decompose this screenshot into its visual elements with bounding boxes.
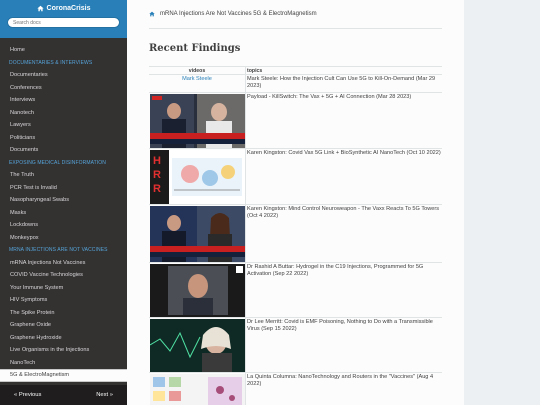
sidebar-item-interviews[interactable]: Interviews <box>0 94 127 107</box>
svg-text:H: H <box>153 155 161 167</box>
sidebar-header: CoronaCrisis <box>0 0 127 38</box>
breadcrumb: mRNA Injections Are Not Vaccines 5G & El… <box>149 11 317 17</box>
sidebar-caption: DOCUMENTARIES & INTERVIEWS <box>9 59 93 66</box>
sidebar-item-masks[interactable]: Masks <box>0 207 127 220</box>
topic-text[interactable]: Dr Rashid A Buttar: Hydrogel in the C19 … <box>246 263 442 317</box>
search-input[interactable] <box>7 17 120 28</box>
sidebar: CoronaCrisis Home DOCUMENTARIES & INTERV… <box>0 0 127 405</box>
topic-text[interactable]: Payload - KillSwitch: The Vax + 5G + AI … <box>246 93 442 148</box>
video-thumbnail[interactable] <box>150 94 245 148</box>
video-thumbnail[interactable] <box>150 206 245 262</box>
sidebar-item-home[interactable]: Home <box>0 44 127 57</box>
video-cell <box>149 263 246 317</box>
sidebar-item-spike-protein[interactable]: The Spike Protein <box>0 307 127 320</box>
sidebar-menu: Home DOCUMENTARIES & INTERVIEWS Document… <box>0 38 127 382</box>
table-row: Payload - KillSwitch: The Vax + 5G + AI … <box>149 93 442 149</box>
home-icon[interactable] <box>149 11 155 17</box>
sidebar-item-nanotech-2[interactable]: NanoTech <box>0 357 127 370</box>
table-header: videos topics <box>149 67 442 75</box>
table-row: Mark Steele Mark Steele: How the Injecti… <box>149 75 442 93</box>
topic-text[interactable]: La Quinta Columna: NanoTechnology and Ro… <box>246 373 442 405</box>
brand-link[interactable]: CoronaCrisis <box>0 5 127 12</box>
topic-text[interactable]: Dr Lee Merritt: Covid is EMF Poisoning, … <box>246 318 442 372</box>
table-row: Dr Lee Merritt: Covid is EMF Poisoning, … <box>149 318 442 373</box>
sidebar-item-graphene-oxide[interactable]: Graphene Oxide <box>0 319 127 332</box>
sidebar-item-swabs[interactable]: Nasopharyngeal Swabs <box>0 194 127 207</box>
next-button[interactable]: Next » <box>96 392 113 398</box>
sidebar-item-hiv[interactable]: HIV Symptoms <box>0 294 127 307</box>
page-background <box>464 0 540 405</box>
sidebar-footer: « Previous Next » <box>0 385 127 405</box>
table-row: Karen Kingston: Mind Control Neuroweapon… <box>149 205 442 263</box>
main-content: mRNA Injections Are Not Vaccines 5G & El… <box>127 0 464 405</box>
previous-button[interactable]: « Previous <box>14 392 41 398</box>
sidebar-item-nanotech[interactable]: Nanotech <box>0 107 127 120</box>
topic-text[interactable]: Karen Kingston: Mind Control Neuroweapon… <box>246 205 442 262</box>
sidebar-item-monkeypox[interactable]: Monkeypox <box>0 232 127 245</box>
sidebar-caption: MRNA INJECTIONS ARE NOT VACCINES <box>9 247 108 253</box>
video-link[interactable]: Mark Steele <box>149 75 245 82</box>
column-header-videos: videos <box>149 67 246 74</box>
sidebar-item-mrna[interactable]: mRNA Injections Not Vaccines <box>0 257 127 270</box>
home-icon <box>36 5 44 12</box>
video-cell <box>149 205 246 262</box>
video-cell: H R R <box>149 149 246 204</box>
table-row: Dr Rashid A Buttar: Hydrogel in the C19 … <box>149 263 442 318</box>
sidebar-item-lockdowns[interactable]: Lockdowns <box>0 219 127 232</box>
divider <box>149 28 442 29</box>
video-cell <box>149 93 246 148</box>
video-thumbnail[interactable]: H R R <box>150 150 245 204</box>
sidebar-caption: EXPOSING MEDICAL DISINFORMATION <box>9 159 106 166</box>
topic-text[interactable]: Karen Kingston: Covid Vax 5G Link + BioS… <box>246 149 442 204</box>
column-header-topics: topics <box>247 68 263 74</box>
sidebar-item-politicians[interactable]: Politicians <box>0 132 127 145</box>
sidebar-item-5g-current[interactable]: 5G & ElectroMagnetism <box>0 369 127 382</box>
video-cell <box>149 373 246 405</box>
table-row: La Quinta Columna: NanoTechnology and Ro… <box>149 373 442 405</box>
sidebar-item-lawyers[interactable]: Lawyers <box>0 119 127 132</box>
video-thumbnail[interactable] <box>150 374 245 405</box>
sidebar-item-graphene-hydroxide[interactable]: Graphene Hydroxide <box>0 332 127 345</box>
breadcrumb-text: mRNA Injections Are Not Vaccines 5G & El… <box>160 11 317 17</box>
sidebar-item-conferences[interactable]: Conferences <box>0 82 127 95</box>
sidebar-item-documentaries[interactable]: Documentaries <box>0 69 127 82</box>
video-thumbnail[interactable] <box>150 264 245 317</box>
page-title: Recent Findings <box>149 43 241 54</box>
sidebar-item-documents[interactable]: Documents <box>0 144 127 157</box>
findings-table: videos topics Mark Steele Mark Steele: H… <box>149 66 442 405</box>
table-row: H R R Karen Kingston: Covid Vax 5G Link … <box>149 149 442 205</box>
sidebar-item-the-truth[interactable]: The Truth <box>0 169 127 182</box>
sidebar-item-vaccine-tech[interactable]: COVID Vaccine Technologies <box>0 269 127 282</box>
topic-text[interactable]: Mark Steele: How the Injection Cult Can … <box>246 75 442 92</box>
svg-text:R: R <box>153 169 161 181</box>
video-cell: Mark Steele <box>149 75 246 92</box>
sidebar-item-pcr-test[interactable]: PCR Test is Invalid <box>0 182 127 195</box>
video-thumbnail[interactable] <box>150 319 245 372</box>
sidebar-item-immune-system[interactable]: Your Immune System <box>0 282 127 295</box>
video-cell <box>149 318 246 372</box>
sidebar-item-live-organisms[interactable]: Live Organisms in the Injections <box>0 344 127 357</box>
brand-name: CoronaCrisis <box>46 5 91 12</box>
svg-text:R: R <box>153 183 161 195</box>
